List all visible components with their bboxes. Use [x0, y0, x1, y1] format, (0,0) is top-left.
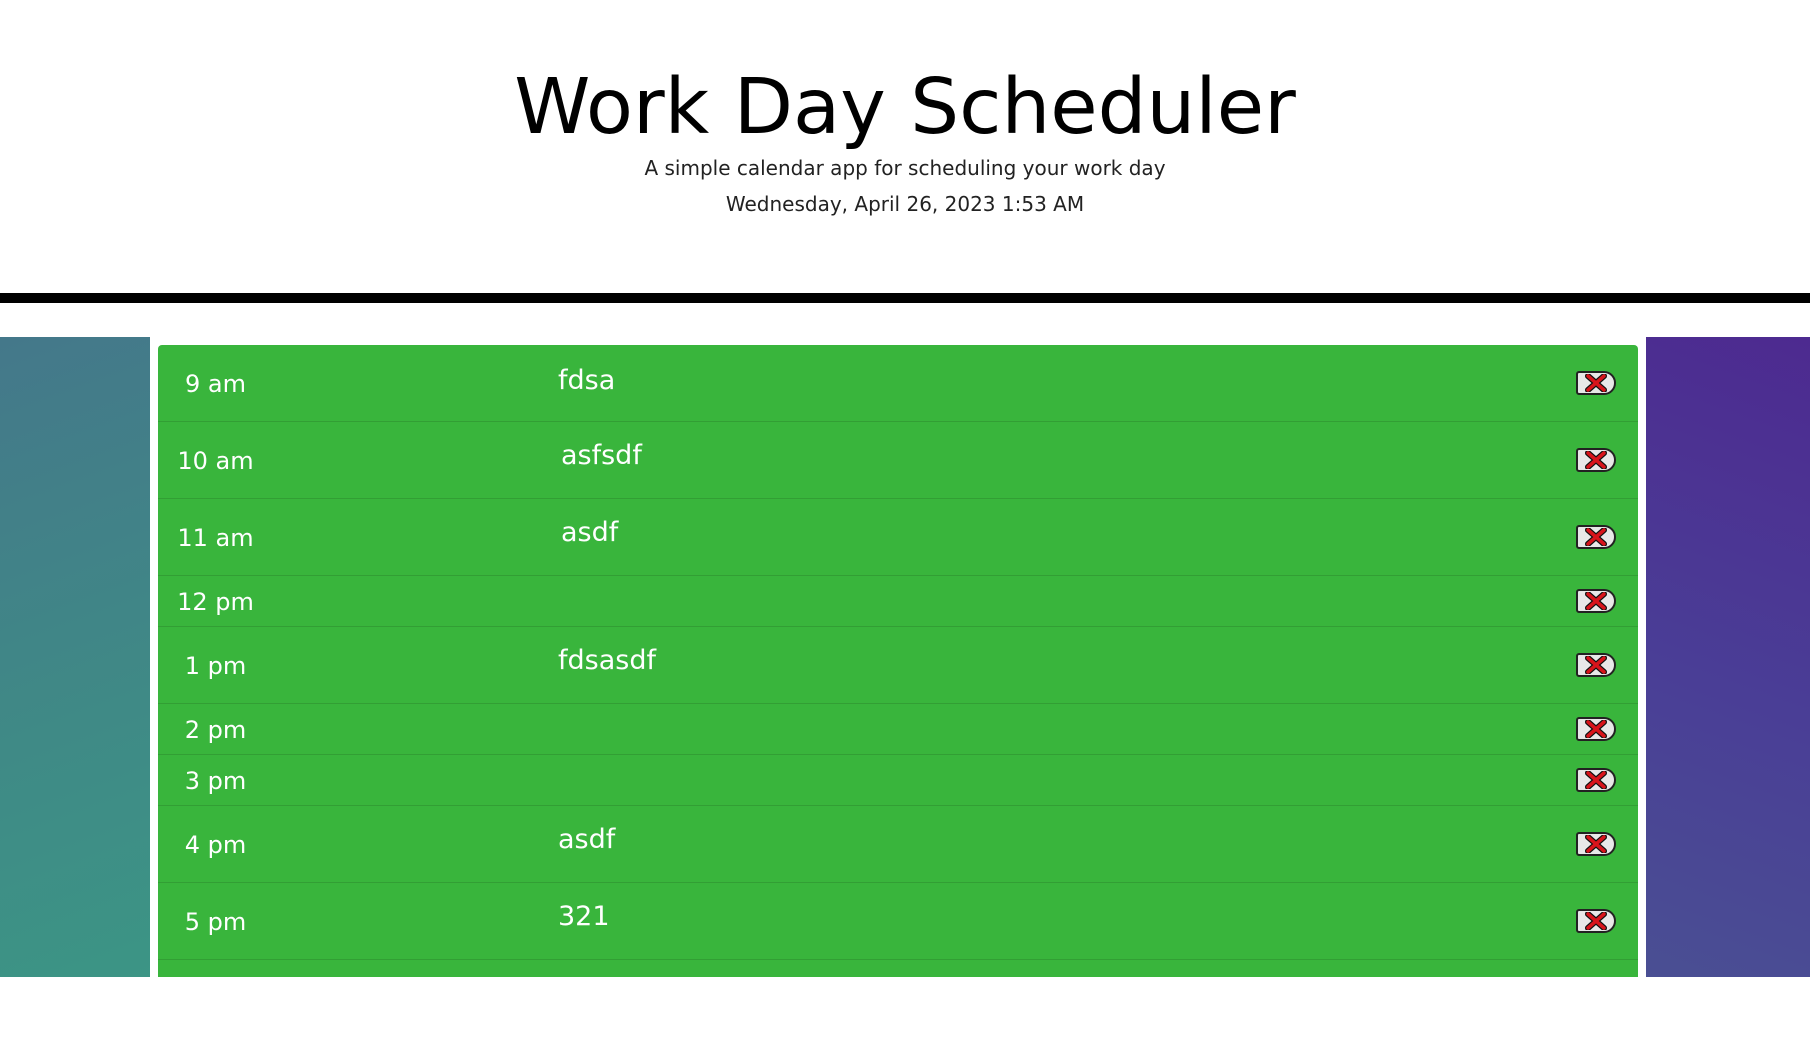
- event-input[interactable]: asdf: [561, 516, 1561, 550]
- hour-label: 3 pm: [184, 767, 247, 795]
- time-block-row: 11 am asdf: [158, 499, 1638, 576]
- delete-button[interactable]: [1576, 717, 1616, 741]
- time-block-row: 12 pm: [158, 576, 1638, 627]
- close-x-icon: [1585, 720, 1607, 738]
- hour-label: 12 pm: [177, 588, 254, 616]
- time-block-row: 3 pm: [158, 755, 1638, 806]
- hour-label: 2 pm: [184, 716, 247, 744]
- close-x-icon: [1585, 374, 1607, 392]
- hour-label: 1 pm: [184, 652, 247, 680]
- delete-button[interactable]: [1576, 589, 1616, 613]
- event-input[interactable]: fdsasdf: [558, 644, 1558, 678]
- delete-button[interactable]: [1576, 909, 1616, 933]
- close-x-icon: [1585, 771, 1607, 789]
- event-input[interactable]: asdf: [558, 823, 1558, 857]
- close-x-icon: [1585, 451, 1607, 469]
- hour-label: 5 pm: [184, 908, 247, 936]
- hour-label: 11 am: [177, 524, 254, 552]
- page-title: Work Day Scheduler: [514, 63, 1296, 152]
- close-x-icon: [1585, 656, 1607, 674]
- delete-button[interactable]: [1576, 448, 1616, 472]
- header-divider: [0, 293, 1810, 303]
- page-subtitle: A simple calendar app for scheduling you…: [644, 156, 1166, 180]
- event-input[interactable]: 321: [558, 900, 1558, 934]
- delete-button[interactable]: [1576, 525, 1616, 549]
- event-input[interactable]: asfsdf: [561, 439, 1561, 473]
- time-block-row: 4 pm asdf: [158, 806, 1638, 883]
- time-block-list: 9 am fdsa 10 am asfsdf 11 am asdf 12 pm …: [158, 345, 1638, 977]
- time-block-row: 1 pm fdsasdf: [158, 627, 1638, 704]
- scheduler-container: 9 am fdsa 10 am asfsdf 11 am asdf 12 pm …: [150, 337, 1646, 977]
- time-block-row: 9 am fdsa: [158, 345, 1638, 422]
- time-block-row: 5 pm 321: [158, 883, 1638, 960]
- delete-button[interactable]: [1576, 768, 1616, 792]
- time-block-row: 10 am asfsdf: [158, 422, 1638, 499]
- close-x-icon: [1585, 592, 1607, 610]
- event-input[interactable]: fdsa: [558, 364, 1558, 398]
- current-datetime: Wednesday, April 26, 2023 1:53 AM: [725, 192, 1085, 216]
- delete-button[interactable]: [1576, 371, 1616, 395]
- delete-button[interactable]: [1576, 653, 1616, 677]
- delete-button[interactable]: [1576, 832, 1616, 856]
- hour-label: 9 am: [185, 370, 246, 398]
- hour-label: 10 am: [177, 447, 254, 475]
- hour-label: 4 pm: [184, 831, 247, 859]
- page-header: Work Day Scheduler A simple calendar app…: [0, 0, 1810, 294]
- close-x-icon: [1585, 912, 1607, 930]
- close-x-icon: [1585, 528, 1607, 546]
- background-left-panel: [0, 337, 150, 977]
- close-x-icon: [1585, 835, 1607, 853]
- time-block-row: 2 pm: [158, 704, 1638, 755]
- background-right-panel: [1646, 337, 1810, 977]
